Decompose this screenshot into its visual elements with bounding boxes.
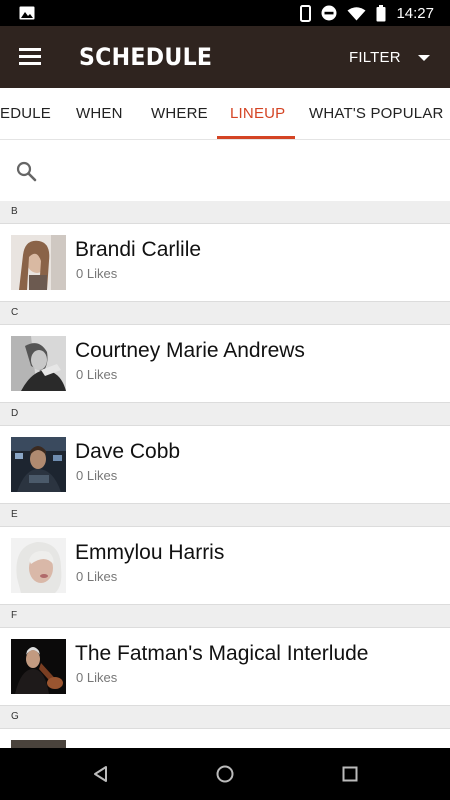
likes-count: 0 Likes [76,670,118,685]
artist-name: Brandi Carlile [75,238,202,261]
clock: 14:27 [396,4,434,22]
section-header: D [0,403,450,426]
search-bar[interactable] [0,140,450,201]
artist-photo [11,538,66,593]
likes-count: 0 Likes [76,266,118,281]
battery-icon [376,4,386,21]
filter-button[interactable]: FILTER [349,49,401,66]
artist-row[interactable]: Brandi Carlile 0 Likes [0,224,450,302]
artist-name: Courtney Marie Andrews [75,339,305,362]
dropdown-caret-icon[interactable] [418,55,430,61]
tab-where[interactable]: WHERE [151,88,208,139]
artist-list: B Brandi Carlile 0 Likes C Courtney Mari… [0,201,450,800]
likes-count: 0 Likes [76,468,118,483]
do-not-disturb-icon [321,5,337,21]
phone-icon [300,4,312,22]
tab-when[interactable]: WHEN [76,88,123,139]
back-icon[interactable] [91,748,111,800]
artist-photo [11,235,66,290]
app-bar: SCHEDULE FILTER [0,26,450,88]
menu-icon[interactable] [19,48,41,66]
page-title: SCHEDULE [79,43,213,71]
status-bar: 14:27 [0,0,450,26]
section-header: B [0,201,450,224]
home-icon[interactable] [215,748,235,800]
artist-row[interactable]: Courtney Marie Andrews 0 Likes [0,325,450,403]
tab-lineup[interactable]: LINEUP [230,88,285,139]
artist-row[interactable]: Emmylou Harris 0 Likes [0,527,450,605]
artist-name: Dave Cobb [75,440,181,463]
tab-bar: EDULE WHEN WHERE LINEUP WHAT'S POPULAR [0,88,450,140]
artist-photo [11,437,66,492]
system-nav-bar [0,748,450,800]
image-icon [19,6,35,20]
section-header: F [0,605,450,628]
wifi-icon [347,6,366,20]
section-header: E [0,504,450,527]
likes-count: 0 Likes [76,367,118,382]
artist-name: Emmylou Harris [75,541,225,564]
artist-row[interactable]: Dave Cobb 0 Likes [0,426,450,504]
artist-row[interactable]: The Fatman's Magical Interlude 0 Likes [0,628,450,706]
search-icon[interactable] [15,160,37,182]
tab-schedule[interactable]: EDULE [0,88,51,139]
artist-photo [11,639,66,694]
tab-whats-popular[interactable]: WHAT'S POPULAR [309,88,444,139]
section-header: C [0,302,450,325]
likes-count: 0 Likes [76,569,118,584]
recents-icon[interactable] [340,748,360,800]
artist-photo [11,336,66,391]
artist-name: The Fatman's Magical Interlude [75,642,369,665]
section-header: G [0,706,450,729]
active-tab-indicator [217,136,295,139]
